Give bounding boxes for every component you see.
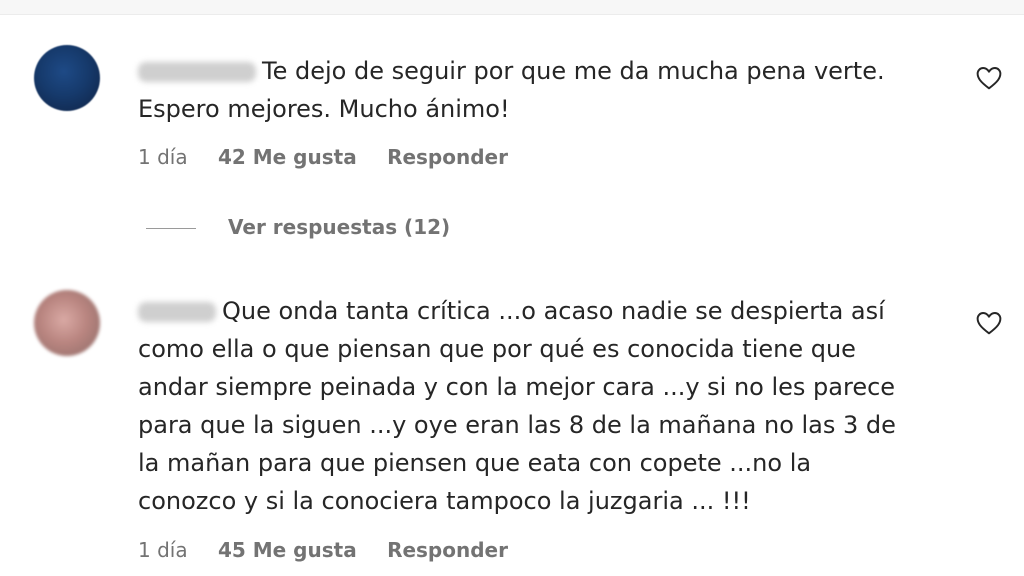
comment-meta: 1 día 45 Me gusta Responder [138, 538, 532, 562]
username[interactable] [138, 62, 256, 82]
replies-divider-line [146, 228, 196, 229]
timestamp[interactable]: 1 día [138, 145, 188, 169]
timestamp[interactable]: 1 día [138, 538, 188, 562]
heart-icon[interactable] [976, 66, 1002, 90]
like-count[interactable]: 42 Me gusta [218, 145, 357, 169]
comment-text: Te dejo de seguir por que me da mucha pe… [138, 52, 885, 128]
comment-text-line: para que la siguen ...y oye eran las 8 d… [138, 411, 896, 439]
avatar[interactable] [34, 290, 100, 356]
comment-text-line: conozco y si la conociera tampoco la juz… [138, 487, 751, 515]
comment-meta: 1 día 42 Me gusta Responder [138, 145, 532, 169]
view-replies-label: Ver respuestas (12) [228, 215, 451, 239]
heart-icon[interactable] [976, 311, 1002, 335]
reply-button[interactable]: Responder [387, 538, 508, 562]
top-divider [0, 0, 1024, 15]
comment-text-line: Espero mejores. Mucho ánimo! [138, 95, 510, 123]
comment-text-line: como ella o que piensan que por qué es c… [138, 335, 856, 363]
comment-text-line: Te dejo de seguir por que me da mucha pe… [262, 57, 885, 85]
comment-text-line: Que onda tanta crítica ...o acaso nadie … [222, 297, 885, 325]
reply-button[interactable]: Responder [387, 145, 508, 169]
avatar[interactable] [34, 45, 100, 111]
comment-text-line: andar siempre peinada y con la mejor car… [138, 373, 896, 401]
username[interactable] [138, 302, 216, 322]
comment-text: Que onda tanta crítica ...o acaso nadie … [138, 292, 896, 520]
like-count[interactable]: 45 Me gusta [218, 538, 357, 562]
comment-text-line: la mañan para que piensen que eata con c… [138, 449, 812, 477]
view-replies-button[interactable]: Ver respuestas (12) [146, 215, 450, 239]
